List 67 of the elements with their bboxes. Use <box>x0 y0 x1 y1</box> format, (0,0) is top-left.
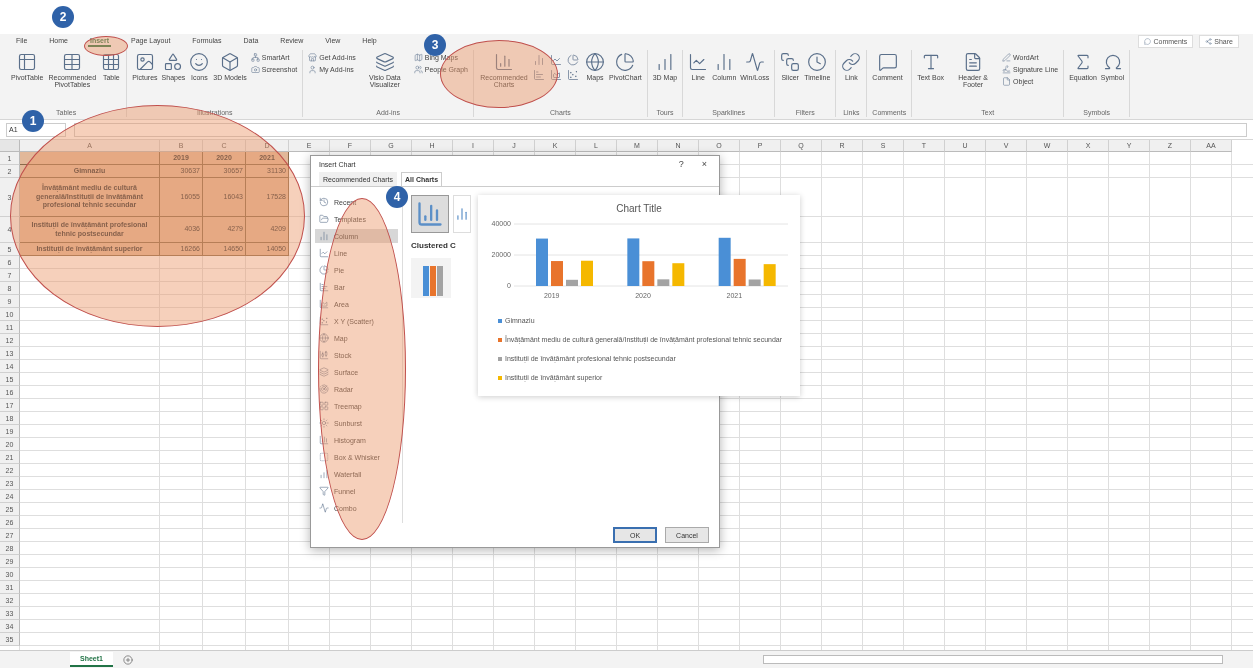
grid-icon <box>101 52 122 72</box>
box-plot-icon <box>319 452 329 463</box>
comment-icon <box>1144 37 1152 45</box>
chart-subtype-title: Clustered C <box>411 241 457 251</box>
radar-chart-icon <box>319 384 329 395</box>
pen-icon <box>1002 53 1012 62</box>
select-all-corner[interactable] <box>0 140 20 152</box>
picture-icon <box>134 52 155 72</box>
link-icon <box>841 52 862 72</box>
folder-icon <box>319 214 329 225</box>
pie-chart-icon <box>615 52 636 72</box>
file-icon <box>1002 77 1012 86</box>
scatter-chart-icon <box>567 69 579 81</box>
column-chart-icon <box>319 231 329 242</box>
shapes-icon <box>163 52 184 72</box>
history-icon <box>319 197 329 208</box>
stock-chart-icon <box>319 350 329 361</box>
area-chart-icon <box>319 299 329 310</box>
signature-icon <box>1002 65 1012 74</box>
close-button[interactable]: × <box>697 159 711 170</box>
surface-chart-icon <box>319 367 329 378</box>
scatter-chart-icon <box>319 316 329 327</box>
mini-chart-drawing <box>411 258 451 299</box>
diagram-icon <box>250 53 260 62</box>
win-loss-icon <box>744 52 765 72</box>
funnel-icon <box>319 486 329 497</box>
formula-field[interactable] <box>74 122 1247 137</box>
smiley-icon <box>189 52 210 72</box>
pie-chart-icon <box>567 54 579 66</box>
combo-chart-icon <box>319 503 329 514</box>
help-button[interactable]: ? <box>674 159 688 170</box>
histogram-icon <box>319 435 329 446</box>
sunburst-icon <box>319 418 329 429</box>
clock-icon <box>807 52 828 72</box>
omega-icon <box>1102 52 1123 72</box>
store-icon <box>308 53 318 62</box>
share-icon <box>1205 37 1213 45</box>
layers-icon <box>374 52 395 72</box>
people-icon <box>413 65 423 74</box>
bar-chart-icon <box>319 282 329 293</box>
chart-thumbnail[interactable] <box>411 195 449 234</box>
line-chart-icon <box>688 52 709 72</box>
waterfall-icon <box>319 469 329 480</box>
slicer-icon <box>780 52 801 72</box>
step-number: 2 <box>52 6 74 28</box>
cube-icon <box>220 52 241 72</box>
bar-chart-icon <box>494 52 514 72</box>
scrollbar[interactable] <box>763 655 1223 664</box>
treemap-icon <box>319 401 329 412</box>
chart-title: Chart Title <box>615 203 663 214</box>
column-chart-icon <box>533 54 545 66</box>
pivot-table-icon <box>17 52 38 72</box>
step-number: 1 <box>22 110 44 132</box>
add-sheet-icon[interactable] <box>122 654 133 665</box>
area-chart-icon <box>550 69 562 81</box>
globe-icon <box>585 52 605 72</box>
pie-chart-icon <box>319 265 329 276</box>
globe-icon <box>319 333 329 344</box>
highlight-ellipse <box>84 36 128 56</box>
comment-icon <box>877 52 898 72</box>
bar-chart-icon <box>533 69 545 81</box>
map-icon <box>413 53 423 62</box>
person-icon <box>308 65 318 74</box>
line-chart-icon <box>550 54 562 66</box>
table-icon <box>62 52 83 72</box>
line-chart-icon <box>319 248 329 259</box>
camera-icon <box>250 65 260 74</box>
